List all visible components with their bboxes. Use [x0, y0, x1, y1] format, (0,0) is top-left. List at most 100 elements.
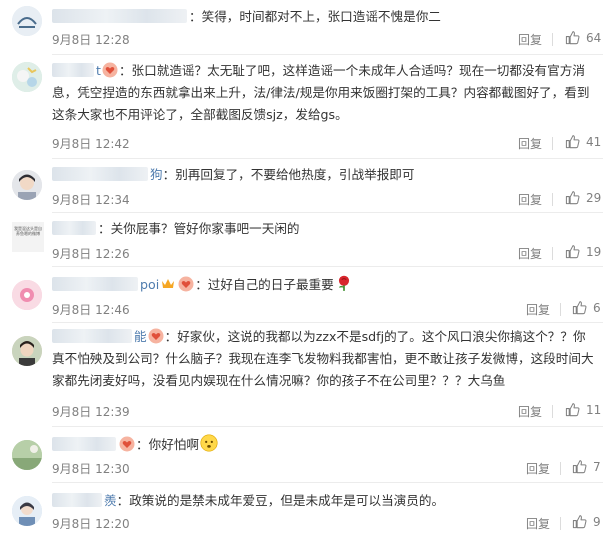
comment-time: 12:34	[95, 193, 130, 207]
comment-time: 12:20	[95, 517, 130, 531]
avatar[interactable]	[12, 280, 42, 310]
comment-text: ：关你屁事？管好你家事吧一天闲的	[98, 221, 300, 236]
heart-badge-icon	[102, 62, 118, 78]
username-tail[interactable]: 羨	[104, 493, 117, 508]
divider	[52, 212, 603, 213]
like-count: 29	[586, 190, 602, 205]
divider	[52, 54, 603, 55]
reply-button[interactable]: 回复	[518, 31, 542, 48]
thumbs-up-icon	[572, 460, 587, 474]
username-tail[interactable]: t	[96, 63, 101, 78]
timestamp: 9月8日 12:30	[52, 460, 130, 477]
comment-time: 12:42	[95, 137, 130, 151]
reply-button[interactable]: 回复	[518, 135, 542, 152]
comment-date: 9月8日	[52, 247, 92, 261]
timestamp: 9月8日 12:46	[52, 301, 130, 318]
comment-date: 9月8日	[52, 462, 92, 476]
timestamp: 9月8日 12:20	[52, 515, 130, 532]
heart-badge-icon	[148, 328, 164, 344]
avatar[interactable]	[12, 62, 42, 92]
like-button[interactable]: 11	[565, 402, 601, 417]
avatar[interactable]	[12, 336, 42, 366]
divider	[52, 426, 603, 427]
like-count: 11	[586, 402, 602, 417]
username-tail[interactable]: poi	[140, 277, 159, 292]
like-count: 41	[586, 134, 602, 149]
username-blurred[interactable]	[52, 277, 138, 291]
username-blurred[interactable]	[52, 167, 148, 181]
comment-text-line: poi ：过好自己的日子最重要	[52, 274, 595, 296]
username-blurred[interactable]	[52, 221, 96, 235]
thumbs-up-icon	[565, 403, 580, 417]
thumbs-up-icon	[565, 135, 580, 149]
avatar[interactable]	[12, 6, 42, 36]
like-button[interactable]: 9	[572, 514, 601, 529]
comment-text: ：政策说的是禁未成年爱豆，但是未成年是可以当演员的。	[116, 493, 445, 508]
comment-date: 9月8日	[52, 33, 92, 47]
divider	[52, 158, 603, 159]
comment-time: 12:46	[95, 303, 130, 317]
reply-button[interactable]: 回复	[518, 191, 542, 208]
like-button[interactable]: 29	[565, 190, 601, 205]
username-blurred[interactable]	[52, 329, 132, 343]
timestamp: 9月8日 12:26	[52, 245, 130, 262]
reply-button[interactable]: 回复	[518, 245, 542, 262]
like-button[interactable]: 41	[565, 134, 601, 149]
comment-text: ：你好怕啊	[136, 437, 199, 452]
comment-text: ：过好自己的日子最重要	[195, 277, 334, 292]
comment-text-line: 羨：政策说的是禁未成年爱豆，但是未成年是可以当演员的。	[52, 490, 595, 512]
heart-badge-icon	[178, 276, 194, 292]
username-blurred[interactable]	[52, 493, 102, 507]
comment-text: ：笑得，时间都对不上，张口造谣不愧是你二	[189, 9, 441, 24]
comment-time: 12:28	[95, 33, 130, 47]
avatar[interactable]: 我是混这头是自养鱼嗯的微博	[12, 222, 44, 252]
divider	[52, 266, 603, 267]
comment-item: 羨：政策说的是禁未成年爱豆，但是未成年是可以当演员的。 9月8日 12:20 回…	[0, 484, 609, 536]
like-count: 7	[593, 459, 601, 474]
reply-button[interactable]: 回复	[526, 460, 550, 477]
comment-text-line: ：笑得，时间都对不上，张口造谣不愧是你二	[52, 6, 595, 28]
avatar[interactable]	[12, 170, 42, 200]
timestamp: 9月8日 12:39	[52, 403, 130, 420]
comment-date: 9月8日	[52, 405, 92, 419]
avatar-caption: 我是混这头是自养鱼嗯的微博	[14, 226, 42, 236]
thumbs-up-icon	[572, 301, 587, 315]
divider	[52, 322, 603, 323]
comment-date: 9月8日	[52, 303, 92, 317]
divider	[552, 33, 553, 46]
thumbs-up-icon	[565, 191, 580, 205]
like-count: 64	[586, 30, 602, 45]
thumbs-up-icon	[572, 515, 587, 529]
username-tail[interactable]: 能	[134, 329, 147, 344]
reply-button[interactable]: 回复	[518, 403, 542, 420]
comment-item: 能：好家伙，这说的我都以为zzx不是sdfj的了。这个风口浪尖你搞这个？？你真不…	[0, 324, 609, 424]
like-button[interactable]: 6	[572, 300, 601, 315]
comment-item: poi ：过好自己的日子最重要 9月8日 12:46 回复 6	[0, 268, 609, 320]
comment-date: 9月8日	[52, 517, 92, 531]
comment-item: 狗：别再回复了，不要给他热度，引战举报即可 9月8日 12:34 回复 29	[0, 160, 609, 210]
divider	[552, 193, 553, 206]
avatar[interactable]	[12, 496, 42, 526]
reply-button[interactable]: 回复	[526, 515, 550, 532]
divider	[552, 247, 553, 260]
username-blurred[interactable]	[52, 63, 94, 77]
divider	[560, 303, 561, 316]
heart-badge-icon	[119, 436, 135, 452]
comment-item: ：你好怕啊 9月8日 12:30 回复 7	[0, 428, 609, 480]
username-blurred[interactable]	[52, 437, 116, 451]
divider	[52, 482, 603, 483]
like-button[interactable]: 64	[565, 30, 601, 45]
like-button[interactable]: 7	[572, 459, 601, 474]
comment-item: t ：张口就造谣？太无耻了吧，这样造谣一个未成年人合适吗？现在一切都没有官方消息，…	[0, 56, 609, 156]
thumbs-up-icon	[565, 245, 580, 259]
username-blurred[interactable]	[52, 9, 187, 23]
avatar[interactable]	[12, 440, 42, 470]
fearful-face-emoji-icon	[200, 434, 218, 452]
like-button[interactable]: 19	[565, 244, 601, 259]
reply-button[interactable]: 回复	[526, 301, 550, 318]
comment-time: 12:30	[95, 462, 130, 476]
comment-text-block: 能：好家伙，这说的我都以为zzx不是sdfj的了。这个风口浪尖你搞这个？？你真不…	[52, 326, 595, 396]
comment-text: ：别再回复了，不要给他热度，引战举报即可	[162, 167, 415, 182]
divider	[552, 405, 553, 418]
username-tail[interactable]: 狗	[150, 167, 163, 182]
